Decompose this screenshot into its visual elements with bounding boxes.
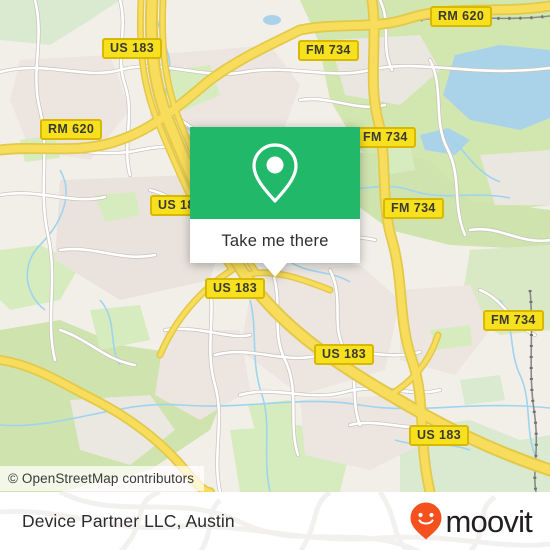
road-shield: US 183	[314, 344, 375, 365]
take-me-there-label: Take me there	[221, 231, 329, 250]
road-shield: US 183	[409, 425, 470, 446]
moovit-map-page: US 183 FM 734 RM 620 RM 620 FM 734 US 18…	[0, 0, 550, 550]
location-popup-card[interactable]: Take me there	[190, 127, 360, 277]
road-shield: FM 734	[483, 310, 544, 331]
road-shield: FM 734	[298, 40, 359, 61]
map-pin-icon	[252, 143, 298, 203]
footer-bar: Device Partner LLC, Austin moovit	[0, 492, 550, 550]
road-shield: RM 620	[430, 6, 493, 27]
road-shield: FM 734	[383, 198, 444, 219]
map-canvas[interactable]: US 183 FM 734 RM 620 RM 620 FM 734 US 18…	[0, 0, 550, 492]
popup-icon-area	[190, 127, 360, 219]
road-shield: US 183	[102, 38, 163, 59]
moovit-logo[interactable]: moovit	[409, 492, 533, 550]
road-shield: RM 620	[40, 119, 103, 140]
moovit-wordmark: moovit	[445, 503, 532, 539]
take-me-there-button[interactable]: Take me there	[190, 219, 360, 263]
road-shield: FM 734	[355, 127, 416, 148]
osm-attribution[interactable]: © OpenStreetMap contributors	[0, 466, 205, 491]
popup-tail	[263, 263, 287, 277]
road-shield: US 183	[205, 278, 266, 299]
moovit-pin-icon	[410, 502, 442, 540]
place-title: Device Partner LLC, Austin	[22, 511, 235, 531]
